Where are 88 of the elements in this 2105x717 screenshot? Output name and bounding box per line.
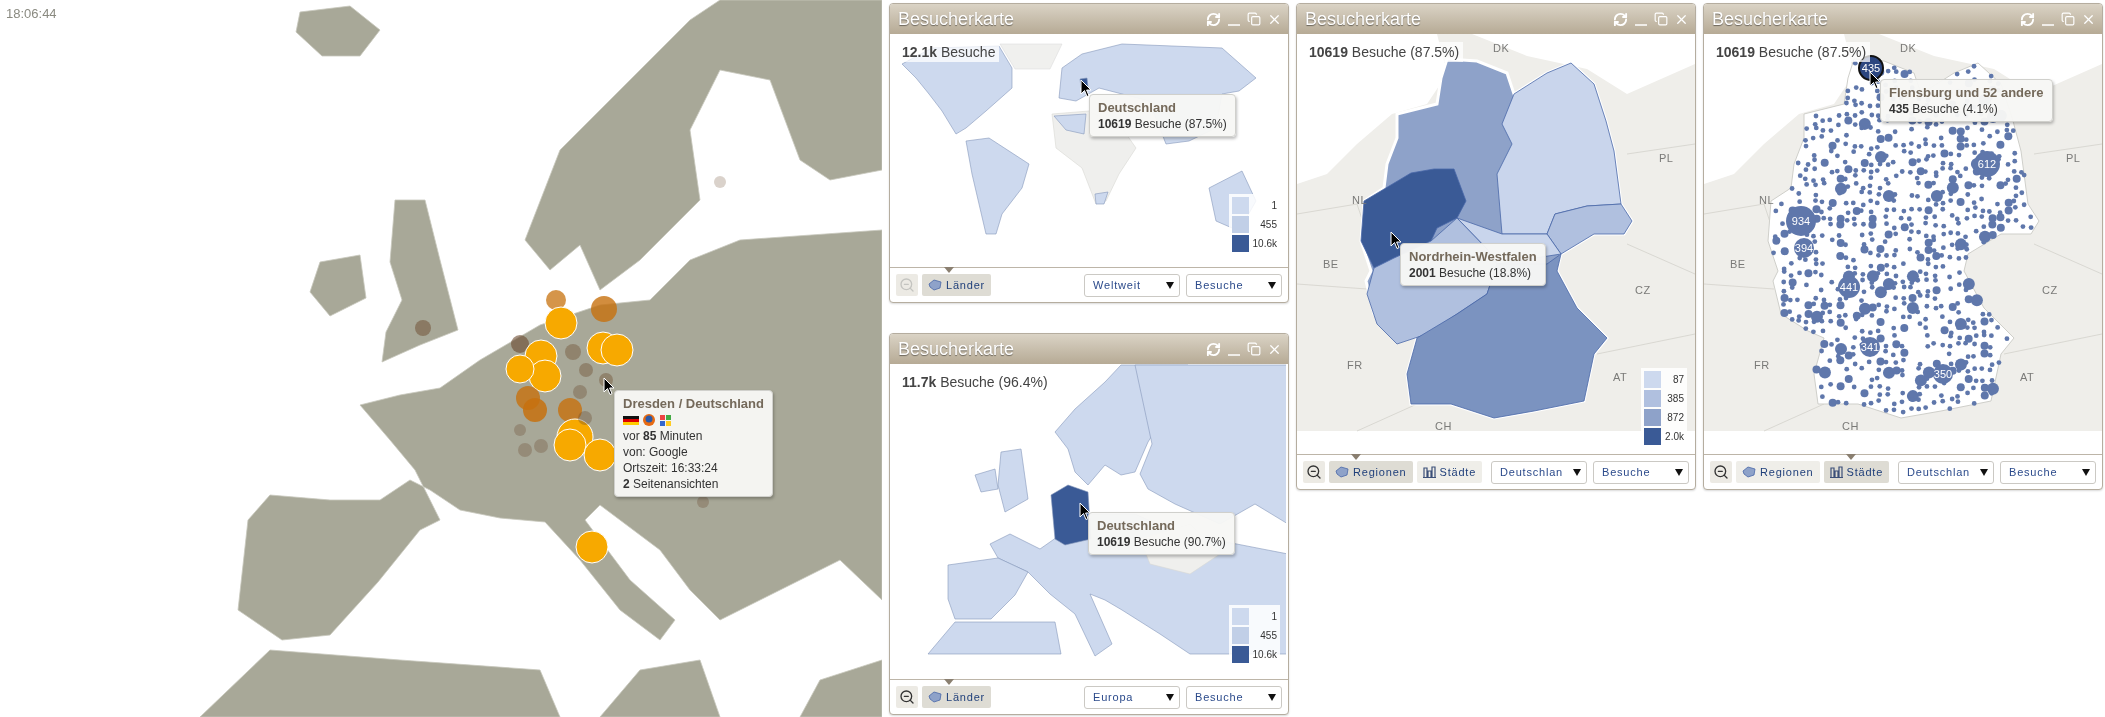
pointer-icon bbox=[1351, 454, 1361, 460]
shape-icon bbox=[1742, 466, 1756, 478]
zoom-out-button[interactable] bbox=[1303, 461, 1325, 483]
country-label: AT bbox=[2020, 371, 2035, 383]
country-label: DK bbox=[1493, 42, 1510, 54]
tooltip-title: Dresden / Deutschland bbox=[623, 396, 764, 411]
dropdown[interactable]: Besuche bbox=[2000, 460, 2096, 484]
country-label: BE bbox=[1730, 258, 1746, 270]
caret-icon bbox=[1980, 468, 1988, 476]
tooltip-title: Nordrhein-Westfalen bbox=[1409, 249, 1537, 264]
country-label: PL bbox=[1659, 152, 1674, 164]
country-label: CZ bbox=[1635, 284, 1651, 296]
tooltip-text: 2001 Besuche (18.8%) bbox=[1409, 266, 1533, 280]
refresh-icon[interactable] bbox=[1206, 341, 1221, 357]
country-label: NL bbox=[1759, 194, 1775, 206]
legend-label: 872 bbox=[1666, 412, 1684, 423]
dropdown[interactable]: Besuche bbox=[1186, 273, 1282, 297]
caret-icon bbox=[1675, 468, 1683, 476]
country-label: CH bbox=[1435, 420, 1452, 432]
tooltip-title: Flensburg und 52 andere bbox=[1889, 85, 2044, 100]
tooltip-line: Ortszeit: 16:33:24 bbox=[623, 461, 719, 475]
maximize-icon[interactable] bbox=[1654, 12, 1668, 26]
caret-icon bbox=[1573, 468, 1581, 476]
legend-label: 455 bbox=[1259, 630, 1277, 641]
tooltip-line: von: Google bbox=[623, 445, 689, 459]
legend-label: 385 bbox=[1666, 393, 1684, 404]
legend-label: 2.0k bbox=[1665, 431, 1684, 442]
tooltip-line: vor 85 Minuten bbox=[623, 429, 704, 443]
dropdown[interactable]: Europa bbox=[1084, 685, 1180, 709]
tooltip-text: 10619 Besuche (90.7%) bbox=[1097, 535, 1226, 549]
caret-icon bbox=[2082, 468, 2090, 476]
country-label: FR bbox=[1347, 359, 1363, 371]
view-tab[interactable]: Regionen bbox=[1329, 461, 1413, 483]
country-label: FR bbox=[1754, 359, 1770, 371]
shape-icon bbox=[928, 279, 942, 291]
buildings-icon bbox=[1422, 466, 1436, 478]
shape-icon bbox=[928, 691, 942, 703]
view-tab[interactable]: Länder bbox=[922, 686, 992, 708]
legend-label: 10.6k bbox=[1252, 649, 1277, 660]
pointer-icon bbox=[944, 679, 954, 685]
legend-label: 455 bbox=[1259, 219, 1277, 230]
caret-icon bbox=[1268, 693, 1276, 701]
refresh-icon[interactable] bbox=[1206, 11, 1221, 27]
country-label: DK bbox=[1900, 42, 1917, 54]
view-tab[interactable]: Städte bbox=[1416, 461, 1483, 483]
zoom-out-button[interactable] bbox=[896, 686, 918, 708]
country-label: CZ bbox=[2042, 284, 2058, 296]
legend-label: 87 bbox=[1671, 374, 1684, 385]
caret-icon bbox=[1268, 281, 1276, 289]
dropdown[interactable]: Deutschlan bbox=[1898, 460, 1994, 484]
country-label: PL bbox=[2066, 152, 2081, 164]
maximize-icon[interactable] bbox=[1247, 12, 1261, 26]
widget-title: Besucherkarte bbox=[898, 338, 1016, 360]
legend-label: 1 bbox=[1270, 200, 1277, 211]
dropdown[interactable]: Weltweit bbox=[1084, 273, 1180, 297]
tooltip-line: 2 Seitenansichten bbox=[623, 477, 720, 491]
pointer-icon bbox=[1845, 454, 1856, 460]
legend-label: 10.6k bbox=[1252, 238, 1277, 249]
legend-label: 1 bbox=[1270, 611, 1277, 622]
shape-icon bbox=[1335, 466, 1349, 478]
country-label: CH bbox=[1842, 420, 1859, 432]
pointer-icon bbox=[944, 267, 954, 273]
refresh-icon[interactable] bbox=[1613, 11, 1628, 27]
maximize-icon[interactable] bbox=[1247, 342, 1261, 356]
view-tab[interactable]: Regionen bbox=[1736, 461, 1820, 483]
maximize-icon[interactable] bbox=[2061, 12, 2075, 26]
view-tab[interactable]: Städte bbox=[1823, 461, 1890, 483]
widget-title: Besucherkarte bbox=[1305, 8, 1423, 30]
caret-icon bbox=[1166, 281, 1174, 289]
cursor-icon bbox=[603, 377, 615, 396]
clock: 18:06:44 bbox=[6, 6, 57, 21]
dropdown[interactable]: Deutschlan bbox=[1491, 460, 1587, 484]
dropdown[interactable]: Besuche bbox=[1593, 460, 1689, 484]
country-label: AT bbox=[1613, 371, 1628, 383]
widget-title: Besucherkarte bbox=[1712, 8, 1830, 30]
caret-icon bbox=[1166, 693, 1174, 701]
country-label: NL bbox=[1352, 194, 1368, 206]
tooltip-title: Deutschland bbox=[1097, 518, 1176, 533]
widget-title: Besucherkarte bbox=[898, 8, 1016, 30]
country-label: BE bbox=[1323, 258, 1339, 270]
tooltip-text: 10619 Besuche (87.5%) bbox=[1098, 117, 1227, 131]
buildings-icon bbox=[1829, 466, 1843, 478]
refresh-icon[interactable] bbox=[2020, 11, 2035, 27]
dropdown[interactable]: Besuche bbox=[1186, 685, 1282, 709]
view-tab[interactable]: Länder bbox=[922, 274, 992, 296]
tooltip-text: 435 Besuche (4.1%) bbox=[1889, 102, 1999, 116]
zoom-out-button[interactable] bbox=[1710, 461, 1732, 483]
tooltip-title: Deutschland bbox=[1098, 100, 1177, 115]
